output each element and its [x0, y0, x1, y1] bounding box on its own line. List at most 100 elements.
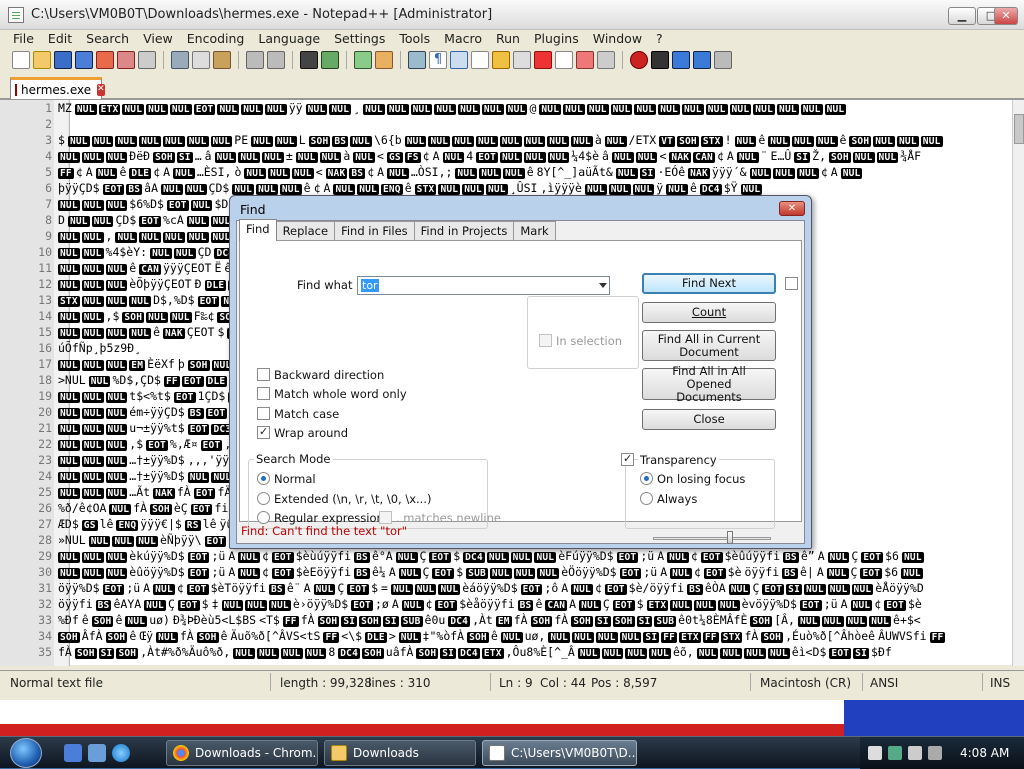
find-next-button[interactable]: Find Next — [642, 273, 776, 294]
taskbar-item-notepadpp[interactable]: C:\Users\VM0B0T\D... — [482, 740, 637, 766]
scrollbar-thumb[interactable] — [1014, 114, 1024, 144]
backward-direction-checkbox[interactable] — [257, 368, 270, 381]
close-dialog-button[interactable]: Close — [642, 409, 776, 430]
regex-radio[interactable] — [257, 511, 270, 524]
code-line[interactable]: öÿÿfi BS êAYA NUL Ç EOT $ ‡ NUL NUL NUL è›öÿÿ%D$ EOT… — [58, 596, 1012, 612]
volume-icon[interactable] — [928, 746, 942, 760]
record-macro-icon[interactable] — [630, 51, 648, 69]
menu-window[interactable]: Window — [586, 31, 649, 46]
find-icon[interactable] — [300, 51, 318, 69]
normal-radio[interactable] — [257, 472, 270, 485]
monitor-icon[interactable] — [576, 51, 594, 69]
menu-plugins[interactable]: Plugins — [527, 31, 586, 46]
function-list-icon[interactable] — [534, 51, 552, 69]
show-desktop-icon[interactable] — [64, 744, 82, 762]
internet-explorer-icon[interactable] — [112, 744, 130, 762]
tab-find[interactable]: Find — [239, 219, 277, 241]
menu-macro[interactable]: Macro — [437, 31, 489, 46]
indent-guide-icon[interactable] — [450, 51, 468, 69]
matches-newline-checkbox[interactable] — [379, 511, 392, 524]
find-all-opened-button[interactable]: Find All in All Opened Documents — [642, 364, 776, 403]
tab-replace[interactable]: Replace — [275, 221, 336, 241]
save-macro-icon[interactable] — [714, 51, 732, 69]
code-line[interactable]: NUL NUL NUL ÐëÐ SOH SI… â NUL NUL NUL ± NUL NUL à NUL <… — [58, 148, 1012, 164]
dialog-close-button[interactable]: ✕ — [779, 201, 805, 216]
print-icon[interactable] — [138, 51, 156, 69]
taskbar-item-downloads[interactable]: Downloads — [324, 740, 476, 766]
code-line[interactable]: MZ NUL ETX NUL NUL NUL EOT NUL NUL NUL ÿÿ NUL NUL ¸ NU… — [58, 100, 1012, 116]
find-all-current-button[interactable]: Find All in Current Document — [642, 330, 776, 361]
new-file-icon[interactable] — [12, 51, 30, 69]
transparency-slider-thumb[interactable] — [726, 531, 733, 544]
zoom-out-icon[interactable] — [375, 51, 393, 69]
save-icon[interactable] — [54, 51, 72, 69]
code-line[interactable]: öÿÿ%D$ EOT ;ü A NUL ¢ EOT $èTöÿÿfi BS ê¨ A NUL Ç EOT $… — [58, 580, 1012, 596]
display-icon[interactable] — [908, 746, 922, 760]
close-tab-icon[interactable]: ✕ — [97, 83, 105, 96]
tab-find-in-projects[interactable]: Find in Projects — [413, 221, 515, 241]
wrap-around-checkbox[interactable] — [257, 425, 270, 439]
cut-icon[interactable] — [171, 51, 189, 69]
stop-macro-icon[interactable] — [651, 51, 669, 69]
code-line[interactable]: $ NUL NUL NUL NUL NUL NUL NUL PE NUL NUL L SOH BS NUL \… — [58, 132, 1012, 148]
code-line[interactable]: NUL NUL NUL èkúÿÿ%D$ EOT ;ü A NUL ¢ EOT $èùúÿÿfi BS… — [58, 548, 1012, 564]
menu-search[interactable]: Search — [79, 31, 136, 46]
on-losing-focus-radio[interactable] — [640, 472, 653, 485]
open-file-icon[interactable] — [33, 51, 51, 69]
save-all-icon[interactable] — [75, 51, 93, 69]
menu-encoding[interactable]: Encoding — [180, 31, 252, 46]
replace-icon[interactable] — [321, 51, 339, 69]
menu-language[interactable]: Language — [251, 31, 327, 46]
code-line[interactable]: %Ðf ê SOH ê NUL uø) Ð¾ÞÐèù5<L$BS <T$ FF fÀ SOH SI SO… — [58, 612, 1012, 628]
play-macro-icon[interactable] — [672, 51, 690, 69]
in-selection-checkbox[interactable] — [539, 334, 552, 347]
zoom-in-icon[interactable] — [354, 51, 372, 69]
tab-mark[interactable]: Mark — [513, 221, 556, 241]
match-whole-word-checkbox[interactable] — [257, 387, 270, 400]
network-icon[interactable] — [888, 746, 902, 760]
menu-tools[interactable]: Tools — [392, 31, 437, 46]
tray-up-arrow-icon[interactable] — [868, 746, 882, 760]
sync-scroll-icon[interactable] — [408, 51, 426, 69]
tab-find-in-files[interactable]: Find in Files — [334, 221, 415, 241]
copy-icon[interactable] — [192, 51, 210, 69]
tab-hermes-exe[interactable]: hermes.exe ✕ — [10, 77, 105, 99]
switch-windows-icon[interactable] — [88, 744, 106, 762]
close-file-icon[interactable] — [96, 51, 114, 69]
undo-icon[interactable] — [246, 51, 264, 69]
menu-settings[interactable]: Settings — [327, 31, 392, 46]
redo-icon[interactable] — [267, 51, 285, 69]
extended-radio[interactable] — [257, 492, 270, 505]
folder-workspace-icon[interactable] — [555, 51, 573, 69]
transparency-slider-track[interactable] — [653, 537, 771, 540]
code-line[interactable]: NUL NUL NUL èûöÿÿ%D$ EOT ;ü A NUL ¢ EOT $èEöÿÿfi BS… — [58, 564, 1012, 580]
menu-file[interactable]: File — [6, 31, 41, 46]
code-line[interactable]: SOH ÂfÀ SOH ê Œÿ NUL fÀ SOH ê Äuõ%ð[^ÂVS<tS FF <\$ D… — [58, 628, 1012, 644]
taskbar-item-chrome[interactable]: Downloads - Chrom... — [166, 740, 318, 766]
start-button-icon[interactable] — [10, 738, 42, 768]
code-line[interactable] — [58, 116, 1012, 132]
menu-view[interactable]: View — [136, 31, 180, 46]
vertical-scrollbar[interactable] — [1012, 100, 1024, 666]
paste-icon[interactable] — [213, 51, 231, 69]
menu-edit[interactable]: Edit — [41, 31, 79, 46]
pilcrow-icon[interactable]: ¶ — [429, 51, 447, 69]
close-button[interactable]: ✕ — [994, 7, 1018, 25]
transparency-pin-checkbox[interactable] — [785, 277, 798, 290]
always-radio[interactable] — [640, 492, 653, 505]
code-line[interactable]: fÀ SOH SI SOH ,Àt#%ð%Äuô%ð, NUL NUL NUL NUL 8 DC4 S… — [58, 644, 1012, 660]
word-wrap-icon[interactable] — [471, 51, 489, 69]
dropdown-arrow-icon[interactable] — [599, 283, 607, 288]
find-what-input[interactable]: tor — [361, 279, 379, 292]
code-line[interactable]: þÿÿÇD$ EOT BS âA NUL NUL ÇD$ NUL NUL NUL ê ¢ A NUL NUL… — [58, 180, 1012, 196]
find-what-combo[interactable]: tor — [357, 276, 610, 295]
eye-icon[interactable] — [597, 51, 615, 69]
match-case-checkbox[interactable] — [257, 407, 270, 420]
code-line[interactable]: FF ¢ A NUL ê DLE ¢ A NUL …ÈSI, ò NUL NUL NUL < NAK BS ¢ A N… — [58, 164, 1012, 180]
menu-help[interactable]: ? — [649, 31, 670, 46]
doc-map-icon[interactable] — [513, 51, 531, 69]
clock[interactable]: 4:08 AM — [960, 746, 1009, 760]
minimize-button[interactable]: ▁ — [948, 7, 976, 25]
close-all-icon[interactable] — [117, 51, 135, 69]
menu-run[interactable]: Run — [489, 31, 527, 46]
